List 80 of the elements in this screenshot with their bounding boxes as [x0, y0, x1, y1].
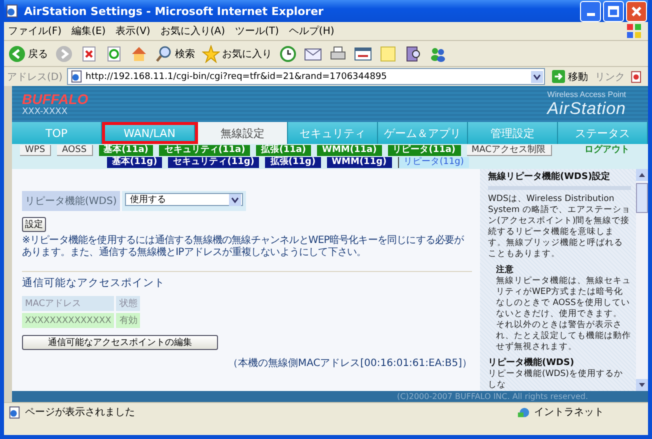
help-section-title: リピータ機能(WDS)	[488, 358, 576, 369]
edit-icon[interactable]	[354, 44, 372, 62]
apply-button[interactable]: 設定	[22, 217, 46, 232]
dropdown-icon	[228, 194, 241, 206]
subnav-button[interactable]: 拡張(11a)	[256, 145, 312, 156]
help-title: 無線リピータ機能(WDS)設定	[488, 172, 612, 183]
subnav-button[interactable]: セキュリティ(11g)	[168, 157, 260, 168]
dropdown-icon[interactable]	[531, 70, 543, 82]
subnav-button[interactable]: リピータ(11a)	[388, 145, 461, 156]
subnav-button[interactable]: MACアクセス制限	[466, 145, 552, 156]
star-icon	[202, 44, 220, 62]
subnav-button[interactable]: WMM(11g)	[326, 157, 392, 168]
menu-item[interactable]: 表示(V)	[116, 24, 150, 38]
menu-item[interactable]: ヘルプ(H)	[288, 24, 334, 38]
nav-tab[interactable]: 無線設定	[198, 122, 288, 144]
research-icon[interactable]	[404, 44, 422, 62]
status-text: ページが表示されました	[25, 406, 135, 419]
note-text: それ以外のときは警告が表示され、たとえ設定しても機能は動作せず無視されます。	[496, 320, 631, 353]
go-button[interactable]: 移動	[549, 70, 591, 84]
printer-icon[interactable]	[329, 44, 347, 62]
page-icon	[8, 406, 21, 418]
subnav-button[interactable]: WMM(11a)	[317, 145, 382, 156]
home-icon[interactable]	[130, 44, 148, 62]
scrollbar[interactable]	[636, 169, 648, 391]
refresh-icon[interactable]	[105, 44, 123, 62]
scroll-thumb[interactable]	[636, 183, 648, 213]
field-label: リピータ機能(WDS)	[22, 191, 120, 211]
mac-address-note: （本機の無線側MACアドレス[00:16:01:61:EA:B5]）	[228, 356, 472, 370]
favorites-button[interactable]: お気に入り	[202, 44, 272, 62]
menu-item[interactable]: お気に入り(A)	[160, 24, 225, 38]
product-line: Wireless Access Point	[547, 90, 626, 98]
scroll-up-icon[interactable]	[636, 169, 648, 181]
maximize-button[interactable]	[603, 0, 624, 22]
close-icon	[630, 4, 643, 18]
page-icon	[5, 4, 19, 18]
zone-text: イントラネット	[534, 406, 604, 419]
menu-item[interactable]: 編集(E)	[72, 24, 106, 38]
scroll-down-icon[interactable]	[636, 379, 648, 391]
window-title: AirStation Settings - Microsoft Internet Explorer	[24, 4, 324, 18]
address-label: アドレス(D)	[7, 70, 63, 84]
menu-item[interactable]: ツール(T)	[235, 24, 279, 38]
subnav-button[interactable]: 基本(11g)	[107, 157, 162, 168]
close-button[interactable]	[626, 0, 647, 22]
note-title: 注意	[496, 265, 515, 276]
stop-icon[interactable]	[80, 44, 98, 62]
subnav-button[interactable]: WPS	[20, 145, 52, 156]
back-button[interactable]: 戻る	[8, 44, 48, 62]
subnav-button[interactable]: セキュリティ(11a)	[159, 145, 250, 156]
address-field[interactable]: http://192.168.11.1/cgi-bin/cgi?req=tfr&id=21&rand=1706344895	[66, 68, 545, 85]
help-text: WDSは、Wireless Distribution System の略語で、エアステーション(アクセスポイント)間を無線で接続するリピータ機能を意味します。無線ブリッジ機能と呼ばれることもあります。	[488, 194, 631, 260]
arrow-icon	[552, 70, 565, 83]
maximize-icon	[607, 4, 620, 18]
column-header: 状態	[116, 296, 140, 311]
search-button[interactable]: 検索	[155, 44, 195, 62]
menu-item[interactable]: ファイル(F)	[8, 24, 62, 38]
wds-select[interactable]: 使用する	[124, 193, 243, 206]
subnav-button[interactable]: 基本(11a)	[98, 145, 154, 156]
subnav-button[interactable]: 拡張(11g)	[265, 157, 321, 168]
section-title: 通信可能なアクセスポイント	[22, 276, 165, 290]
help-text: リピータ機能(WDS)を使用するかしな	[488, 369, 624, 391]
notice-text: ※リピータ機能を使用するには通信する無線機の無線チャンネルとWEP暗号化キーを同じにする必要があります。また、通信する無線機とIPアドレスが重複しないようにして下さい。	[22, 235, 465, 259]
model-name: XXX-XXXX	[22, 107, 69, 117]
column-header: MACアドレス	[22, 296, 114, 311]
edit-access-points-button[interactable]: 通信可能なアクセスポイントの編集	[22, 335, 218, 350]
subnav-button[interactable]: リピータ(11g)	[398, 157, 469, 168]
copyright-text: (C)2000-2007 BUFFALO INC. All rights reserved.	[397, 392, 588, 401]
table-cell: 有効	[116, 313, 140, 328]
product-logo: AirStation	[547, 98, 626, 118]
page-icon	[70, 70, 83, 83]
intranet-icon	[517, 406, 530, 418]
minimize-button[interactable]	[580, 0, 601, 22]
windows-logo-icon	[626, 23, 642, 39]
note-text: 無線リピータ機能は、無線セキュリティがWEP方式または暗号化なしのときで AOSSを使用していないときだけ、使用できます。	[496, 276, 631, 320]
subnav-button[interactable]: AOSS	[57, 145, 93, 156]
search-icon	[155, 44, 173, 62]
logout-link[interactable]: ログアウト	[580, 145, 635, 156]
minimize-icon	[586, 12, 594, 16]
history-icon[interactable]	[279, 44, 297, 62]
brand-logo: BUFFALO	[22, 91, 88, 107]
table-cell: XXXXXXXXXXXXXX	[22, 313, 114, 328]
